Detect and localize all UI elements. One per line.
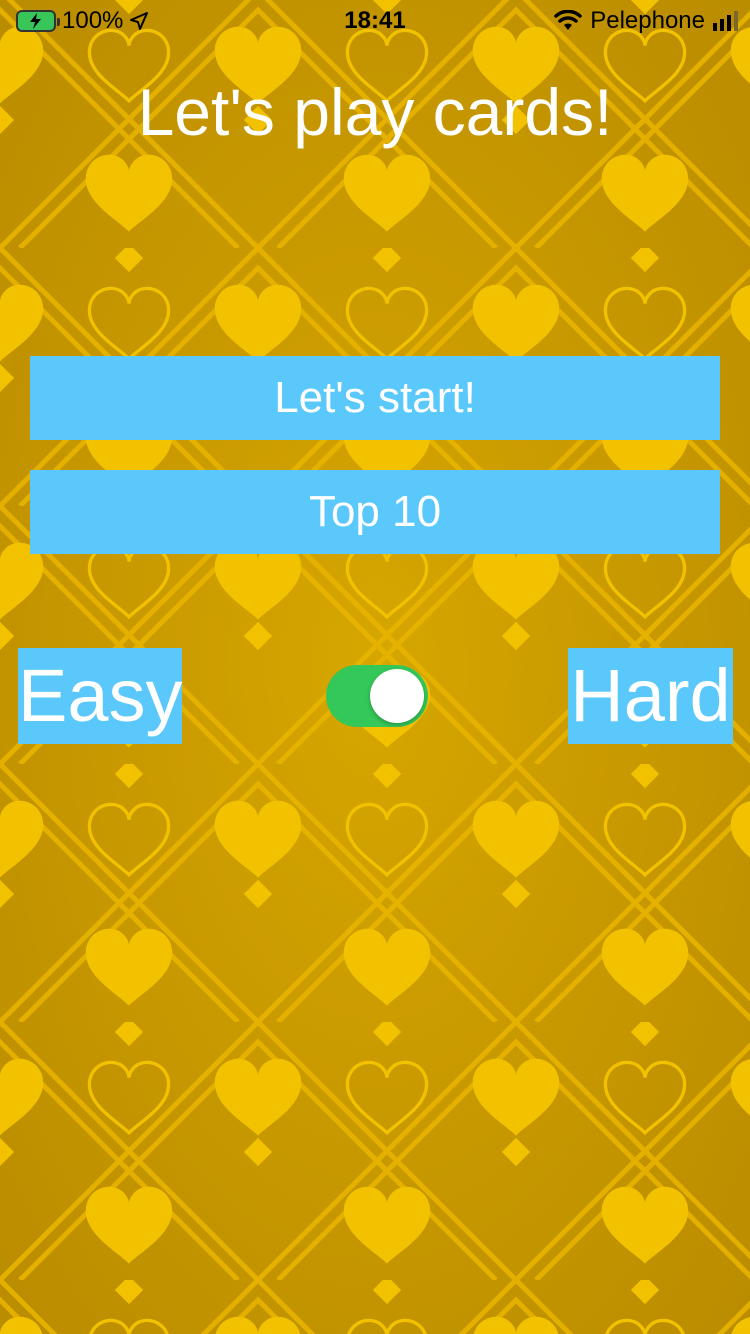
easy-label: Easy	[18, 648, 183, 744]
status-bar: 100% 18:41 Pelephone	[0, 0, 750, 40]
status-right: Pelephone	[554, 7, 738, 35]
start-button[interactable]: Let's start!	[30, 356, 720, 440]
difficulty-toggle[interactable]	[326, 665, 428, 727]
carrier-name: Pelephone	[590, 7, 705, 34]
wifi-icon	[554, 10, 582, 30]
signal-icon	[713, 11, 738, 31]
hard-label: Hard	[568, 648, 733, 744]
toggle-knob	[370, 669, 424, 723]
page-title: Let's play cards!	[137, 75, 613, 149]
top-10-button[interactable]: Top 10	[30, 470, 720, 554]
